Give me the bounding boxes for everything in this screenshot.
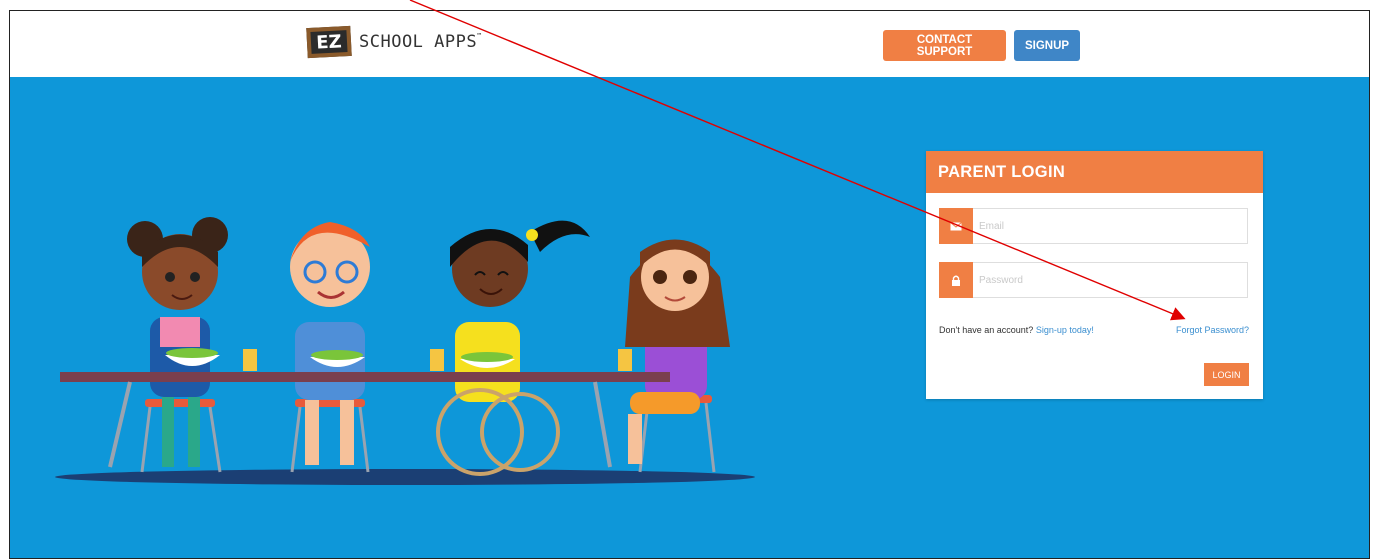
login-title: PARENT LOGIN xyxy=(926,151,1263,193)
forgot-password-link[interactable]: Forgot Password? xyxy=(1176,325,1249,335)
kid-2 xyxy=(290,222,370,465)
signup-today-link[interactable]: Sign-up today! xyxy=(1036,325,1094,335)
site-header: EZ SCHOOL APPS™ CONTACT SUPPORT SIGNUP xyxy=(10,11,1369,77)
password-input[interactable] xyxy=(973,273,1221,287)
account-links: Don't have an account? Sign-up today! Fo… xyxy=(939,325,1249,335)
browser-frame: EZ SCHOOL APPS™ CONTACT SUPPORT SIGNUP P… xyxy=(9,10,1370,559)
site-logo[interactable]: EZ SCHOOL APPS™ xyxy=(306,25,482,59)
contact-support-button[interactable]: CONTACT SUPPORT xyxy=(883,30,1006,61)
email-input[interactable] xyxy=(973,219,1221,233)
floor-shadow xyxy=(55,469,755,485)
kids-lunch-illustration xyxy=(55,217,755,485)
parent-login-card: PARENT LOGIN Don't have an account? Sign… xyxy=(926,151,1263,399)
kid-3 xyxy=(436,220,590,476)
hero-banner: PARENT LOGIN Don't have an account? Sign… xyxy=(10,77,1369,558)
food-items xyxy=(165,348,632,371)
no-account-text: Don't have an account? xyxy=(939,325,1034,335)
kid-4 xyxy=(625,239,730,464)
signup-button[interactable]: SIGNUP xyxy=(1014,30,1080,61)
lock-icon xyxy=(939,262,973,298)
logo-chalkboard: EZ xyxy=(306,25,352,59)
chair xyxy=(145,395,712,407)
logo-text: SCHOOL APPS™ xyxy=(359,32,482,52)
email-field[interactable] xyxy=(939,208,1248,244)
password-field[interactable] xyxy=(939,262,1248,298)
login-button[interactable]: LOGIN xyxy=(1204,363,1249,386)
envelope-icon xyxy=(939,208,973,244)
